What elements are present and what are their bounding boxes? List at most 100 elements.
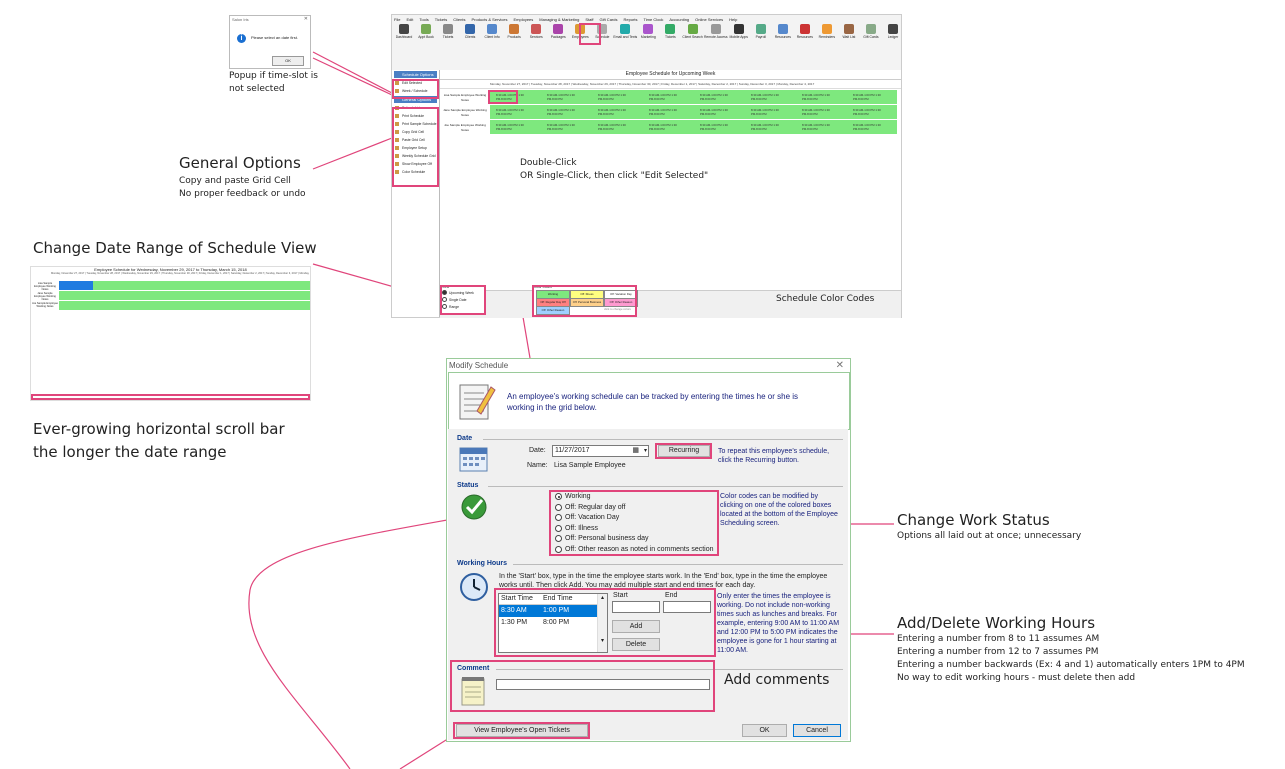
grid-cell[interactable]: 8:30 AM-1:00 PM 1:30 PM-8:00 PM xyxy=(700,93,730,101)
grid-cell[interactable]: 8:30 AM-1:00 PM 1:30 PM-8:00 PM xyxy=(700,123,730,131)
popup-ok-button[interactable]: OK xyxy=(272,56,304,66)
toolbar-button[interactable]: Reminders xyxy=(817,23,837,45)
menu-item[interactable]: Accounting xyxy=(669,17,689,22)
toolbar-button[interactable]: Resources xyxy=(795,23,815,45)
hours-hint: Only enter the times the employee is wor… xyxy=(717,593,840,654)
grid-cell[interactable]: 8:30 AM-1:00 PM 1:30 PM-8:00 PM xyxy=(547,123,577,131)
double-click-line2: OR Single-Click, then click "Edit Select… xyxy=(520,171,709,181)
date-value: 11/27/2017 xyxy=(555,447,590,454)
toolbar-button[interactable]: Packages xyxy=(548,23,568,45)
grid-cell[interactable]: 8:30 AM-1:00 PM 1:30 PM-8:00 PM xyxy=(751,123,781,131)
range-row[interactable] xyxy=(59,301,310,310)
range-row[interactable] xyxy=(59,281,310,290)
menu-item[interactable]: Managing & Marketing xyxy=(539,17,579,22)
toolbar-button[interactable]: Remote Access xyxy=(704,23,728,45)
menu-item[interactable]: Help xyxy=(729,17,737,22)
schedule-options-header[interactable]: Schedule Options xyxy=(394,71,437,78)
menu-item[interactable]: Online Services xyxy=(695,17,723,22)
grid-cells[interactable]: 8:30 AM-1:00 PM 1:30 PM-8:00 PM 8:30 AM-1… xyxy=(490,90,897,104)
toolbar-icon xyxy=(821,24,832,34)
toolbar-icon xyxy=(887,24,898,34)
toolbar-button[interactable]: Mobile Apps xyxy=(729,23,749,45)
schedule-title: Employee Schedule for Upcoming Week xyxy=(440,70,901,80)
toolbar-button[interactable]: Services xyxy=(526,23,546,45)
grid-cell[interactable]: 8:30 AM-1:00 PM 1:30 PM-8:00 PM xyxy=(853,93,883,101)
grid-cell[interactable]: 8:30 AM-1:00 PM 1:30 PM-8:00 PM xyxy=(496,123,526,131)
grid-cell[interactable]: 8:30 AM-1:00 PM 1:30 PM-8:00 PM xyxy=(802,123,832,131)
grid-cell[interactable]: 8:30 AM-1:00 PM 1:30 PM-8:00 PM xyxy=(751,108,781,116)
grid-cell-highlight[interactable] xyxy=(488,90,518,104)
date-range-title: Change Date Range of Schedule View xyxy=(33,239,317,257)
grid-cell[interactable]: 8:30 AM-1:00 PM 1:30 PM-8:00 PM xyxy=(598,123,628,131)
double-click-note: Double-Click OR Single-Click, then click… xyxy=(520,157,708,183)
grid-cell[interactable]: 8:30 AM-1:00 PM 1:30 PM-8:00 PM xyxy=(598,108,628,116)
grid-cell[interactable]: 8:30 AM-1:00 PM 1:30 PM-8:00 PM xyxy=(802,93,832,101)
toolbar-icon xyxy=(509,24,520,34)
menu-item[interactable]: Tickets xyxy=(435,17,448,22)
grid-cell[interactable]: 8:30 AM-1:00 PM 1:30 PM-8:00 PM xyxy=(853,123,883,131)
menu-item[interactable]: Edit xyxy=(406,17,413,22)
menu-item[interactable]: Gift Cards xyxy=(599,17,617,22)
calendar-icon xyxy=(459,447,488,472)
status-section-label: Status xyxy=(457,482,479,489)
grid-cell[interactable]: 8:30 AM-1:00 PM 1:30 PM-8:00 PM xyxy=(496,108,526,116)
grid-cell[interactable]: 8:30 AM-1:00 PM 1:30 PM-8:00 PM xyxy=(649,108,679,116)
toolbar-button[interactable]: Appt Book xyxy=(416,23,436,45)
menu-item[interactable]: Clients xyxy=(453,17,465,22)
date-label: Date: xyxy=(529,447,546,454)
chevron-down-icon[interactable]: ▾ xyxy=(644,446,647,456)
grid-row[interactable]: Joe Sample Employee Working Notes 8:30 A… xyxy=(440,120,901,134)
menu-item[interactable]: Staff xyxy=(585,17,593,22)
grid-cell[interactable]: 8:30 AM-1:00 PM 1:30 PM-8:00 PM xyxy=(853,108,883,116)
toolbar-label: Mobile Apps xyxy=(729,35,748,39)
menu-item[interactable]: Reports xyxy=(623,17,637,22)
toolbar-button[interactable]: Ledger xyxy=(883,23,903,45)
toolbar-button[interactable]: Resources xyxy=(773,23,793,45)
menu-item[interactable]: Tools xyxy=(419,17,428,22)
grid-cell[interactable]: 8:30 AM-1:00 PM 1:30 PM-8:00 PM xyxy=(751,93,781,101)
grid-cells[interactable]: 8:30 AM-1:00 PM 1:30 PM-8:00 PM 8:30 AM-1… xyxy=(490,105,897,119)
date-section-label: Date xyxy=(457,435,473,442)
grid-cell[interactable]: 8:30 AM-1:00 PM 1:30 PM-8:00 PM xyxy=(649,123,679,131)
grid-cell[interactable]: 8:30 AM-1:00 PM 1:30 PM-8:00 PM xyxy=(598,93,628,101)
toolbar-button[interactable]: Client Search xyxy=(682,23,703,45)
toolbar-icon xyxy=(421,24,432,34)
toolbar-icon xyxy=(531,24,542,34)
range-row[interactable] xyxy=(59,291,310,300)
grid-cell[interactable]: 8:30 AM-1:00 PM 1:30 PM-8:00 PM xyxy=(700,108,730,116)
toolbar-button[interactable]: Payroll xyxy=(751,23,771,45)
cancel-button[interactable]: Cancel xyxy=(793,724,841,737)
grid-row[interactable]: Jane Sample Employee Working Notes 8:30 … xyxy=(440,105,901,119)
toolbar-button[interactable]: Client Info xyxy=(482,23,502,45)
calendar-small-icon[interactable]: ▦ xyxy=(632,446,639,456)
grid-cell[interactable]: 8:30 AM-1:00 PM 1:30 PM-8:00 PM xyxy=(802,108,832,116)
close-icon[interactable]: ✕ xyxy=(836,360,844,371)
grid-cell[interactable]: 8:30 AM-1:00 PM 1:30 PM-8:00 PM xyxy=(649,93,679,101)
toolbar-label: Tickets xyxy=(442,35,454,39)
toolbar-button[interactable]: Tickets xyxy=(438,23,458,45)
toolbar-button[interactable]: Wait List xyxy=(839,23,859,45)
toolbar-button[interactable]: Gift Cards xyxy=(861,23,881,45)
toolbar-button[interactable]: Email and Texts xyxy=(613,23,637,45)
toolbar-icon xyxy=(755,24,766,34)
range-selected-cell[interactable] xyxy=(59,281,93,290)
toolbar-button[interactable]: Dashboard xyxy=(394,23,414,45)
color-codes-note: Schedule Color Codes xyxy=(776,294,875,304)
toolbar-label: Clients xyxy=(464,35,476,39)
menu-item[interactable]: Employees xyxy=(513,17,533,22)
ok-button[interactable]: OK xyxy=(742,724,787,737)
horizontal-scrollbar[interactable] xyxy=(31,394,310,400)
grid-cell[interactable]: 8:30 AM-1:00 PM 1:30 PM-8:00 PM xyxy=(547,108,577,116)
toolbar-button[interactable]: Products xyxy=(504,23,524,45)
date-picker[interactable]: 11/27/2017 ▦ ▾ xyxy=(552,445,649,457)
menu-item[interactable]: File xyxy=(394,17,400,22)
toolbar-button[interactable]: Clients xyxy=(460,23,480,45)
name-label: Name: xyxy=(527,462,548,469)
toolbar-button[interactable]: Marketing xyxy=(638,23,658,45)
menu-item[interactable]: Products & Services xyxy=(471,17,507,22)
close-icon[interactable]: ✕ xyxy=(304,16,308,22)
toolbar-button[interactable]: Tickets xyxy=(660,23,680,45)
grid-cell[interactable]: 8:30 AM-1:00 PM 1:30 PM-8:00 PM xyxy=(547,93,577,101)
grid-cells[interactable]: 8:30 AM-1:00 PM 1:30 PM-8:00 PM 8:30 AM-1… xyxy=(490,120,897,134)
menu-item[interactable]: Time Clock xyxy=(644,17,664,22)
